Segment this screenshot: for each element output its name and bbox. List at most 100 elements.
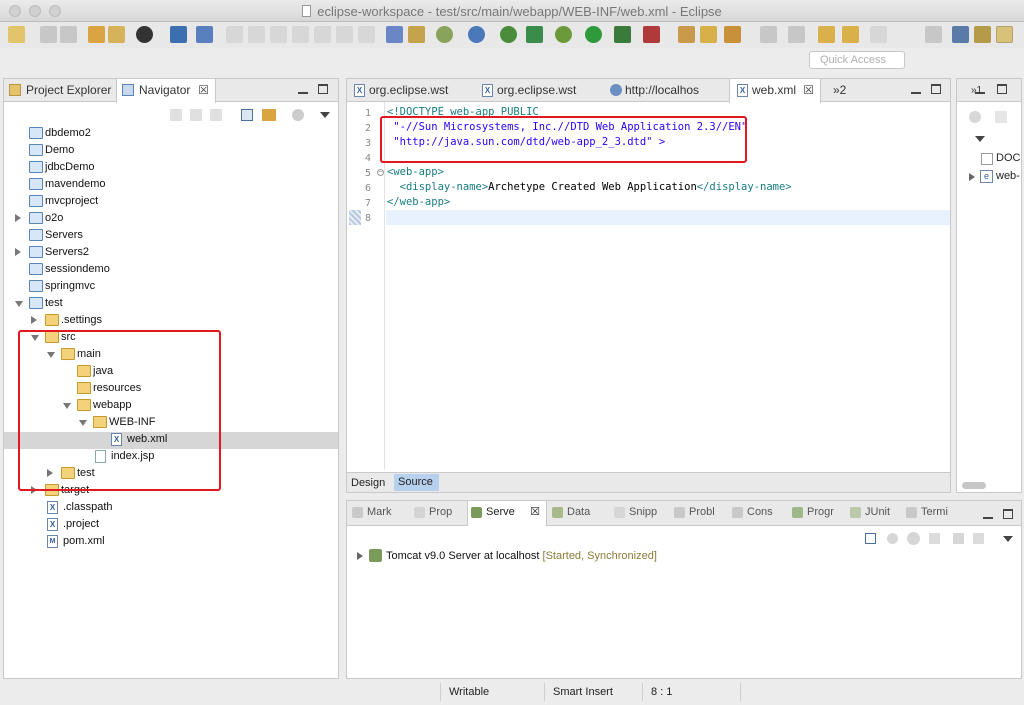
collapse-all-icon[interactable] (241, 109, 253, 121)
start-server-icon[interactable] (907, 532, 920, 545)
code-line-6[interactable]: <display-name>Archetype Created Web Appl… (387, 180, 792, 195)
disconnect-icon[interactable] (292, 26, 309, 43)
debug-server-icon[interactable] (887, 533, 898, 544)
expand-arrow-icon[interactable] (15, 214, 21, 222)
tree-item[interactable]: X .project (3, 516, 339, 533)
tab-console[interactable]: Cons (729, 501, 773, 524)
expand-arrow-icon[interactable] (31, 316, 37, 324)
save-all-icon[interactable] (60, 26, 77, 43)
maximize-icon[interactable] (931, 84, 941, 94)
server-row[interactable]: Tomcat v9.0 Server at localhost [Started… (386, 550, 657, 562)
skip-breakpoints-icon[interactable] (196, 26, 213, 43)
tree-item[interactable]: Demo (3, 142, 339, 159)
step-return-icon[interactable] (358, 26, 375, 43)
link-editor-icon[interactable] (262, 109, 276, 121)
outline-tabs-chevron[interactable]: »1 (971, 85, 982, 96)
globe-icon[interactable] (500, 26, 517, 43)
tab-markers[interactable]: Mark (349, 501, 391, 524)
collapse-arrow-icon[interactable] (15, 301, 23, 307)
run-icon[interactable] (585, 26, 602, 43)
open-type-icon[interactable] (88, 26, 105, 43)
run-on-server-icon[interactable] (526, 26, 543, 43)
next-annotation-icon[interactable] (760, 26, 777, 43)
outline-item-doc[interactable]: DOC (996, 152, 1020, 164)
forward-icon[interactable] (870, 26, 887, 43)
tab-problems[interactable]: Probl (671, 501, 715, 524)
tree-item[interactable]: test (3, 295, 339, 312)
tree-item[interactable]: X .classpath (3, 499, 339, 516)
save-icon[interactable] (40, 26, 57, 43)
tree-item[interactable]: Servers (3, 227, 339, 244)
suspend-icon[interactable] (248, 26, 265, 43)
editor-tab-1[interactable]: X org.eclipse.wst (347, 79, 471, 102)
outline-sort-icon[interactable] (995, 111, 1007, 123)
editor-tab-2[interactable]: X org.eclipse.wst (475, 79, 601, 102)
tab-junit[interactable]: JUnit (847, 501, 890, 524)
outline-item-web-app[interactable]: web- (996, 170, 1020, 182)
fold-toggle-icon[interactable]: − (377, 169, 384, 176)
tab-data-source[interactable]: Data (549, 501, 590, 524)
publish-icon[interactable] (973, 533, 984, 544)
maximize-icon[interactable] (997, 84, 1007, 94)
open-folder-icon[interactable] (678, 26, 695, 43)
account-icon[interactable] (136, 26, 153, 43)
editor-tab-web-xml[interactable]: X web.xml ☒ (729, 79, 821, 103)
collapse-all-icon[interactable] (865, 533, 876, 544)
minimize-icon[interactable] (983, 509, 993, 519)
forward-nav-icon[interactable] (190, 109, 202, 121)
code-line-7[interactable]: </web-app> (387, 195, 450, 210)
tree-item[interactable]: Mpom.xml (3, 533, 339, 550)
use-step-filters-icon[interactable] (408, 26, 425, 43)
expand-icon[interactable] (969, 173, 975, 181)
expand-server-icon[interactable] (357, 552, 363, 560)
java-perspective-icon[interactable] (974, 26, 991, 43)
terminal-icon[interactable] (170, 26, 187, 43)
view-menu-icon[interactable] (320, 112, 330, 118)
drop-to-frame-icon[interactable] (386, 26, 403, 43)
last-edit-icon[interactable] (818, 26, 835, 43)
tab-navigator[interactable]: Navigator ☒ (116, 79, 216, 103)
design-tab[interactable]: Design (351, 475, 385, 491)
back-icon[interactable] (842, 26, 859, 43)
tree-item[interactable]: sessiondemo (3, 261, 339, 278)
source-tab[interactable]: Source (394, 474, 439, 491)
tab-terminal[interactable]: Termi (903, 501, 948, 524)
horizontal-scrollbar[interactable] (962, 482, 986, 489)
view-menu-icon[interactable] (975, 136, 985, 142)
server-icon[interactable] (436, 26, 453, 43)
terminate-icon[interactable] (270, 26, 287, 43)
pencil-icon[interactable] (724, 26, 741, 43)
external-tools-icon[interactable] (614, 26, 631, 43)
maximize-icon[interactable] (1003, 509, 1013, 519)
new-icon[interactable] (8, 26, 25, 43)
tab-servers[interactable]: Serve ☒ (467, 501, 547, 526)
status-insert-mode[interactable]: Smart Insert (553, 683, 613, 701)
tab-snippets[interactable]: Snipp (611, 501, 657, 524)
stop-server-icon[interactable] (953, 533, 964, 544)
quick-access-input[interactable]: Quick Access (809, 51, 905, 69)
minimize-icon[interactable] (911, 84, 921, 94)
resume-icon[interactable] (226, 26, 243, 43)
coverage-icon[interactable] (643, 26, 660, 43)
more-tabs-chevron[interactable]: »2 (827, 79, 855, 102)
tab-progress[interactable]: Progr (789, 501, 834, 524)
step-into-icon[interactable] (314, 26, 331, 43)
new-folder-icon[interactable] (700, 26, 717, 43)
tree-item[interactable]: dbdemo2 (3, 125, 339, 142)
filters-icon[interactable] (292, 109, 304, 121)
open-task-icon[interactable] (108, 26, 125, 43)
open-perspective-icon[interactable] (925, 26, 942, 43)
editor-tab-3[interactable]: http://localhos (603, 79, 727, 102)
maximize-icon[interactable] (318, 84, 328, 94)
code-line-5[interactable]: <web-app> (387, 165, 444, 180)
tree-item[interactable]: mvcproject (3, 193, 339, 210)
tree-item[interactable]: mavendemo (3, 176, 339, 193)
tree-item[interactable]: jdbcDemo (3, 159, 339, 176)
debug-icon[interactable] (555, 26, 572, 43)
close-icon[interactable]: ☒ (530, 501, 540, 524)
debug-perspective-icon[interactable] (996, 26, 1013, 43)
java-ee-perspective-icon[interactable] (952, 26, 969, 43)
tab-properties[interactable]: Prop (411, 501, 452, 524)
web-browser-icon[interactable] (468, 26, 485, 43)
tree-item[interactable]: .settings (3, 312, 339, 329)
